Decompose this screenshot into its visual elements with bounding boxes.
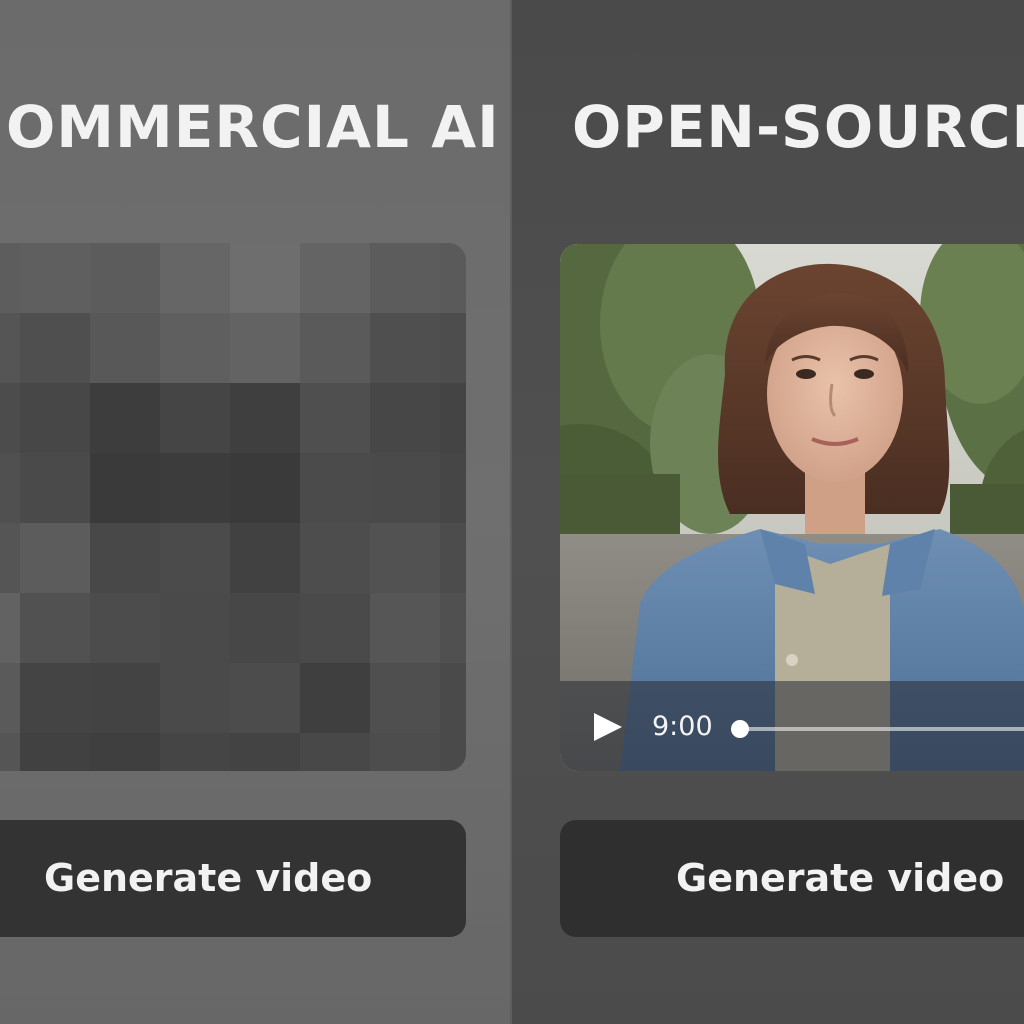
- mosaic-tile: [90, 383, 160, 453]
- mosaic-tile: [90, 453, 160, 523]
- video-player[interactable]: 9:00: [560, 244, 1024, 771]
- mosaic-tile: [300, 593, 370, 663]
- mosaic-tile: [370, 733, 440, 771]
- mosaic-tile: [440, 243, 466, 313]
- mosaic-tile: [0, 523, 20, 593]
- mosaic-tile: [230, 243, 300, 313]
- commercial-ai-panel: OMMERCIAL AI Generate video: [0, 0, 512, 1024]
- mosaic-tile: [230, 383, 300, 453]
- mosaic-tile: [230, 663, 300, 733]
- mosaic-tile: [0, 383, 20, 453]
- mosaic-tile: [160, 523, 230, 593]
- mosaic-tile: [90, 243, 160, 313]
- mosaic-tile: [160, 383, 230, 453]
- mosaic-tile: [370, 593, 440, 663]
- mosaic-tile: [160, 313, 230, 383]
- mosaic-tile: [300, 733, 370, 771]
- mosaic-tile: [440, 313, 466, 383]
- mosaic-tile: [90, 733, 160, 771]
- mosaic-tile: [90, 593, 160, 663]
- mosaic-tile: [160, 733, 230, 771]
- mosaic-tile: [370, 663, 440, 733]
- mosaic-tile: [20, 243, 90, 313]
- mosaic-tile: [300, 383, 370, 453]
- mosaic-tile: [160, 663, 230, 733]
- mosaic-tile: [440, 663, 466, 733]
- mosaic-tile: [300, 313, 370, 383]
- mosaic-tile: [230, 733, 300, 771]
- mosaic-tile: [440, 523, 466, 593]
- mosaic-grid: [0, 243, 466, 771]
- mosaic-tile: [370, 313, 440, 383]
- mosaic-tile: [160, 243, 230, 313]
- mosaic-tile: [440, 733, 466, 771]
- pixelated-video-preview: [0, 243, 466, 771]
- mosaic-tile: [370, 453, 440, 523]
- mosaic-tile: [300, 453, 370, 523]
- mosaic-tile: [90, 313, 160, 383]
- mosaic-tile: [90, 663, 160, 733]
- mosaic-tile: [0, 593, 20, 663]
- mosaic-tile: [0, 243, 20, 313]
- mosaic-tile: [0, 733, 20, 771]
- mosaic-tile: [20, 453, 90, 523]
- mosaic-tile: [20, 523, 90, 593]
- mosaic-tile: [0, 453, 20, 523]
- seek-bar[interactable]: [731, 720, 1024, 738]
- play-icon[interactable]: [590, 709, 626, 745]
- mosaic-tile: [440, 593, 466, 663]
- generate-video-button[interactable]: Generate video: [0, 820, 466, 937]
- mosaic-tile: [0, 663, 20, 733]
- mosaic-tile: [300, 523, 370, 593]
- playback-time: 9:00: [652, 711, 713, 742]
- generate-video-button[interactable]: Generate video: [560, 820, 1024, 937]
- comparison-screen: OMMERCIAL AI Generate video OPEN-SOURCE …: [0, 0, 1024, 1024]
- mosaic-tile: [20, 663, 90, 733]
- mosaic-tile: [160, 593, 230, 663]
- panel-title: OPEN-SOURCE A: [572, 93, 1024, 161]
- panel-title: OMMERCIAL AI: [6, 93, 500, 161]
- player-controls: 9:00: [560, 681, 1024, 771]
- mosaic-tile: [440, 383, 466, 453]
- mosaic-tile: [160, 453, 230, 523]
- mosaic-tile: [20, 593, 90, 663]
- mosaic-tile: [370, 243, 440, 313]
- mosaic-tile: [230, 523, 300, 593]
- mosaic-tile: [20, 733, 90, 771]
- mosaic-tile: [230, 313, 300, 383]
- open-source-ai-panel: OPEN-SOURCE A: [512, 0, 1024, 1024]
- mosaic-tile: [230, 593, 300, 663]
- seek-knob[interactable]: [731, 720, 749, 738]
- mosaic-tile: [440, 453, 466, 523]
- mosaic-tile: [230, 453, 300, 523]
- mosaic-tile: [370, 523, 440, 593]
- mosaic-tile: [20, 313, 90, 383]
- mosaic-tile: [300, 663, 370, 733]
- mosaic-tile: [90, 523, 160, 593]
- mosaic-tile: [20, 383, 90, 453]
- mosaic-tile: [370, 383, 440, 453]
- mosaic-tile: [300, 243, 370, 313]
- mosaic-tile: [0, 313, 20, 383]
